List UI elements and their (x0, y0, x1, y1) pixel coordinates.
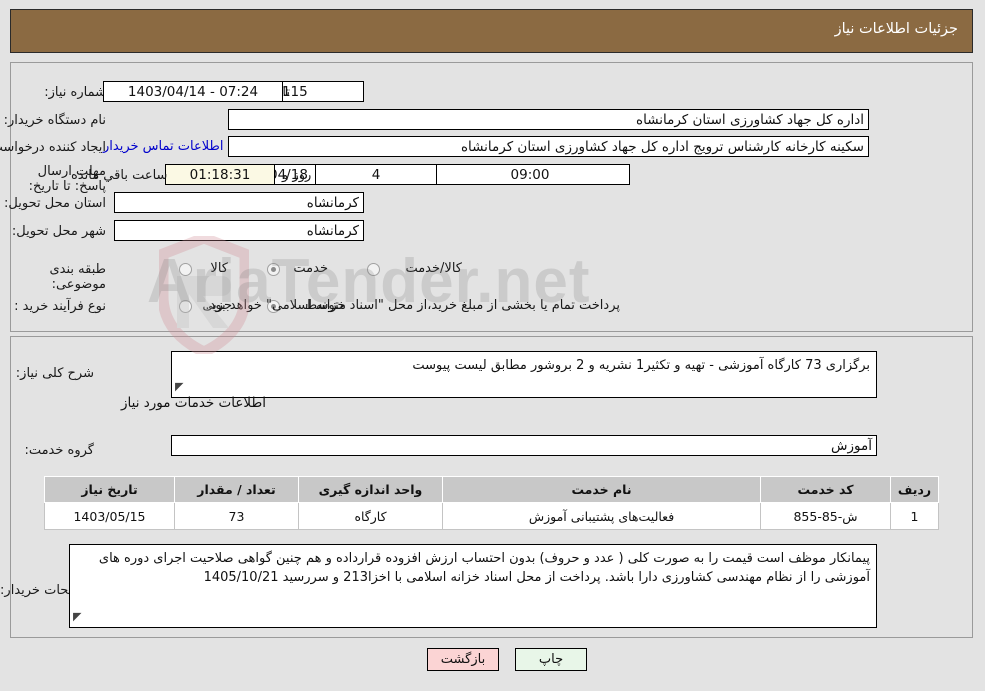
col-header-name: نام خدمت (443, 476, 762, 503)
label-delivery-city: شهر محل تحویل: (12, 224, 107, 239)
label-service-group: گروه خدمت: (25, 443, 95, 458)
textarea-buyer-notes[interactable]: پیمانکار موظف است قیمت را به صورت کلی ( … (70, 544, 878, 628)
print-button[interactable]: چاپ (516, 648, 588, 671)
col-header-row: ردیف (891, 476, 940, 503)
field-request-creator: سکینه کارخانه کارشناس ترویج اداره کل جها… (229, 136, 870, 157)
cell-row: 1 (891, 502, 940, 530)
col-header-need-date: تاریخ نیاز (45, 476, 176, 503)
label-purchase-type: نوع فرآیند خرید : (15, 299, 107, 314)
label-days: روز و (283, 168, 313, 183)
page-header-bar: جزئیات اطلاعات نیاز (11, 9, 974, 53)
cell-code: ش-85-855 (761, 502, 892, 530)
resize-grip-icon-notes[interactable]: ◥ (74, 607, 82, 626)
back-button[interactable]: بازگشت (428, 648, 500, 671)
label-delivery-province: استان محل تحویل: (5, 196, 107, 211)
buyer-contact-link[interactable]: اطلاعات تماس خریدار (104, 139, 224, 154)
field-delivery-city: کرمانشاه (115, 220, 365, 241)
col-header-code: کد خدمت (761, 476, 892, 503)
radio-label-category-2: کالا/خدمت (406, 261, 463, 276)
label-subject-category: طبقه بندی موضوعی: (50, 262, 108, 292)
cell-unit: کارگاه (299, 502, 444, 530)
radio-label-category-1: خدمت (294, 261, 329, 276)
services-section-title: اطلاعات خدمات مورد نیاز (122, 395, 267, 411)
cell-name: فعالیت‌های پشتیبانی آموزش (443, 502, 762, 530)
field-announce-datetime: 07:24 - 1403/04/14 (104, 81, 284, 102)
table-row: 1 ش-85-855 فعالیت‌های پشتیبانی آموزش کار… (45, 502, 940, 530)
payment-note-text: پرداخت تمام یا بخشی از مبلغ خرید،از محل … (206, 298, 621, 313)
col-header-unit: واحد اندازه گیری (299, 476, 444, 503)
field-countdown-timer: 01:18:31 (166, 164, 276, 185)
field-delivery-province: کرمانشاه (115, 192, 365, 213)
radio-category-kala-khedmat[interactable] (368, 263, 381, 276)
services-table: ردیف کد خدمت نام خدمت واحد اندازه گیری ت… (45, 476, 940, 530)
buyer-notes-value: پیمانکار موظف است قیمت را به صورت کلی ( … (99, 551, 871, 585)
table-header-row: ردیف کد خدمت نام خدمت واحد اندازه گیری ت… (45, 476, 940, 503)
page-title: جزئیات اطلاعات نیاز (835, 21, 959, 37)
radio-category-khedmat[interactable] (268, 263, 281, 276)
field-deadline-hour: 09:00 (431, 164, 631, 185)
radio-category-kala[interactable] (180, 263, 193, 276)
field-buyer-organisation: اداره کل جهاد کشاورزی استان کرمانشاه (229, 109, 870, 130)
cell-need-date: 1403/05/15 (45, 502, 176, 530)
need-description-value: برگزاری 73 کارگاه آموزشی - تهیه و تکثیر1… (413, 358, 871, 373)
field-days-remaining: 4 (316, 164, 438, 185)
radio-purchase-jozii[interactable] (180, 300, 193, 313)
label-buyer-organisation: نام دستگاه خریدار: (4, 113, 107, 128)
resize-grip-icon[interactable]: ◥ (176, 377, 184, 396)
label-request-creator: ایجاد کننده درخواست: (0, 140, 107, 155)
radio-label-category-0: کالا (211, 261, 229, 276)
cell-quantity: 73 (175, 502, 300, 530)
col-header-quantity: تعداد / مقدار (175, 476, 300, 503)
label-need-description: شرح کلی نیاز: (16, 366, 95, 381)
label-hours-remaining: ساعت باقي مانده (72, 168, 169, 183)
label-need-number: شماره نیاز: (45, 85, 107, 100)
textarea-need-description[interactable]: برگزاری 73 کارگاه آموزشی - تهیه و تکثیر1… (172, 351, 878, 398)
field-service-group: آموزش (172, 435, 878, 456)
